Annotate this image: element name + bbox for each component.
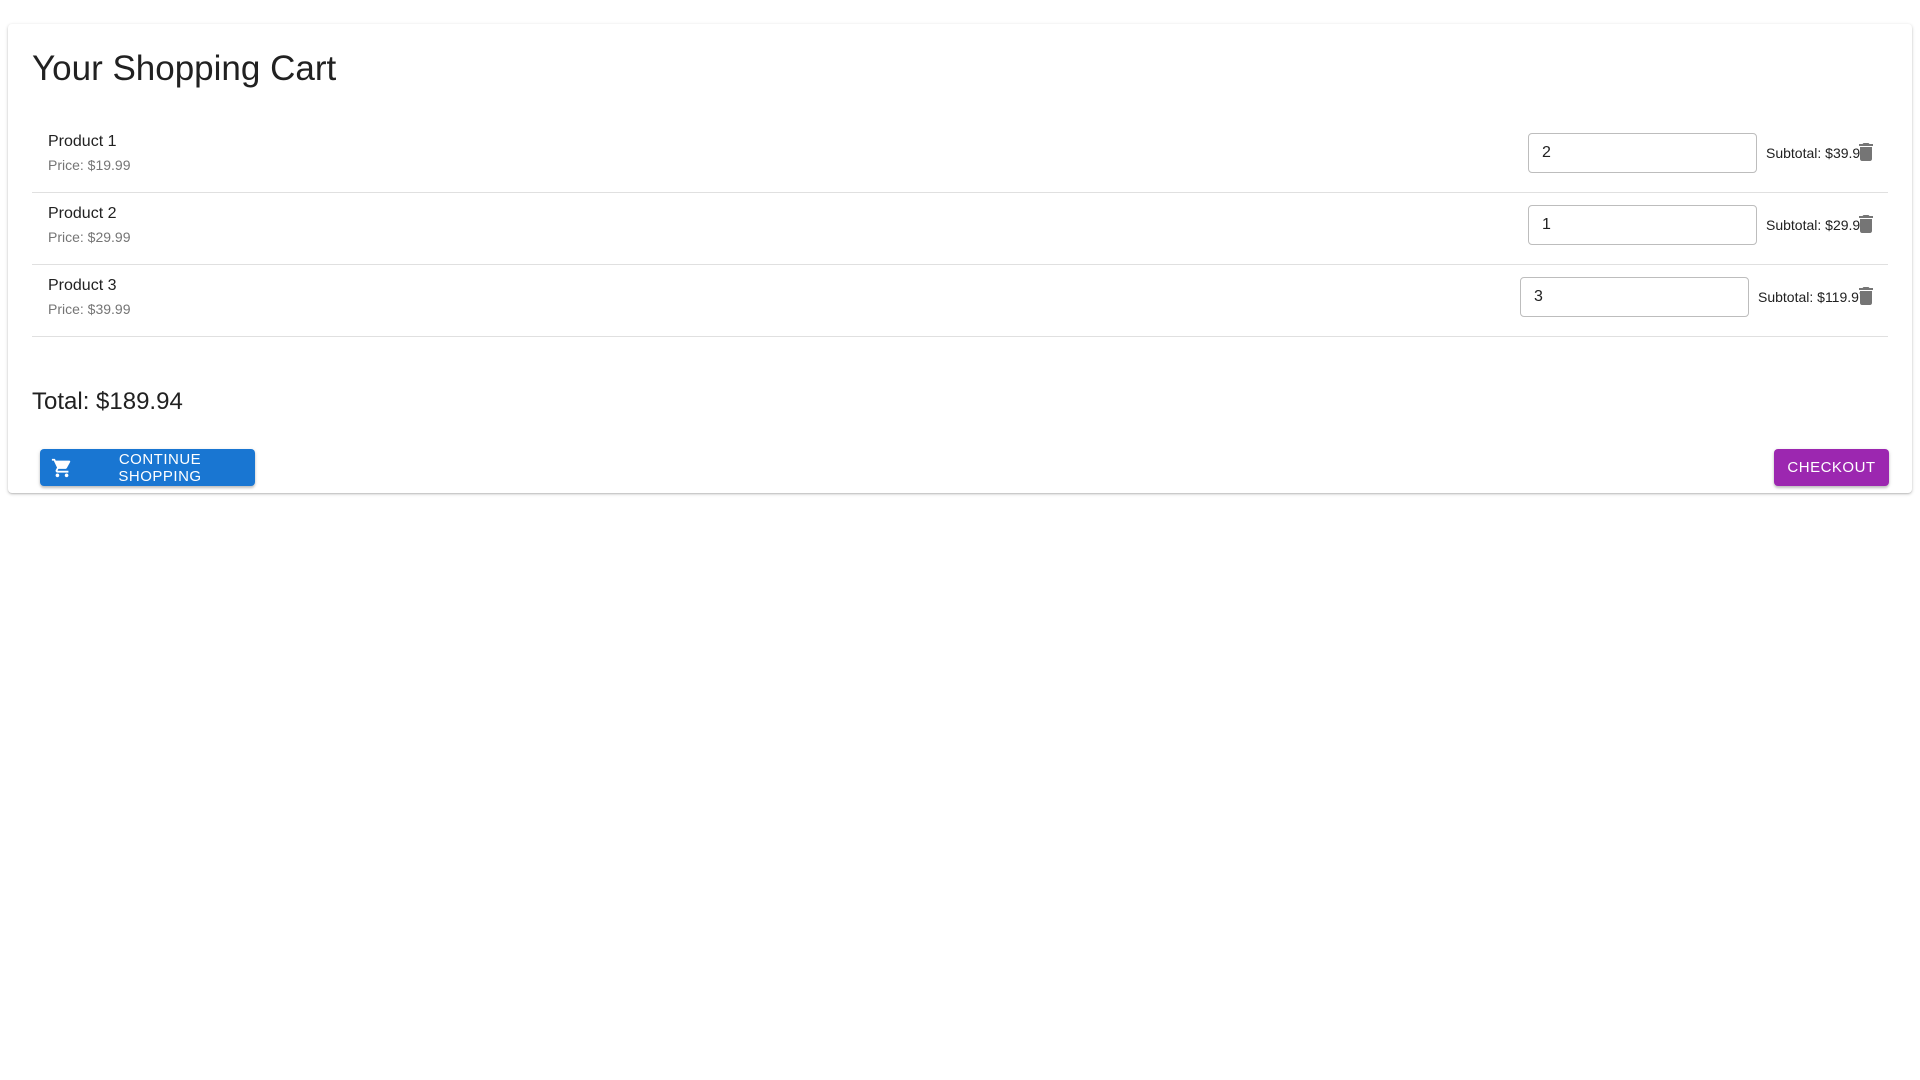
delete-icon — [1854, 212, 1878, 236]
continue-shopping-button[interactable]: Continue Shopping — [40, 449, 255, 486]
item-name: Product 3 — [48, 277, 117, 294]
cart-content: Your Shopping Cart Product 1 Price: $19.… — [32, 24, 1889, 493]
item-price: Price: $39.99 — [48, 301, 131, 317]
quantity-input[interactable] — [1528, 133, 1757, 173]
delete-icon — [1854, 140, 1878, 164]
item-name: Product 1 — [48, 133, 117, 150]
cart-total: Total: $189.94 — [32, 388, 183, 415]
cart-list: Product 1 Price: $19.99 Subtotal: $39.98… — [32, 121, 1888, 337]
checkout-button[interactable]: Checkout — [1774, 449, 1889, 486]
item-price: Price: $19.99 — [48, 157, 131, 173]
item-name: Product 2 — [48, 205, 117, 222]
checkout-label: Checkout — [1787, 459, 1876, 476]
delete-item-button[interactable] — [1851, 209, 1881, 239]
continue-shopping-label: Continue Shopping — [118, 450, 202, 485]
quantity-input[interactable] — [1520, 277, 1749, 317]
cart-card: Your Shopping Cart Product 1 Price: $19.… — [8, 24, 1912, 493]
delete-icon — [1854, 284, 1878, 308]
cart-item: Product 3 Price: $39.99 Subtotal: $119.9… — [32, 265, 1888, 337]
item-price: Price: $29.99 — [48, 229, 131, 245]
delete-item-button[interactable] — [1851, 281, 1881, 311]
delete-item-button[interactable] — [1851, 137, 1881, 167]
shopping-cart-icon — [51, 457, 73, 479]
page-title: Your Shopping Cart — [32, 49, 337, 88]
cart-item: Product 1 Price: $19.99 Subtotal: $39.98 — [32, 121, 1888, 193]
quantity-input[interactable] — [1528, 205, 1757, 245]
cart-item: Product 2 Price: $29.99 Subtotal: $29.99 — [32, 193, 1888, 265]
